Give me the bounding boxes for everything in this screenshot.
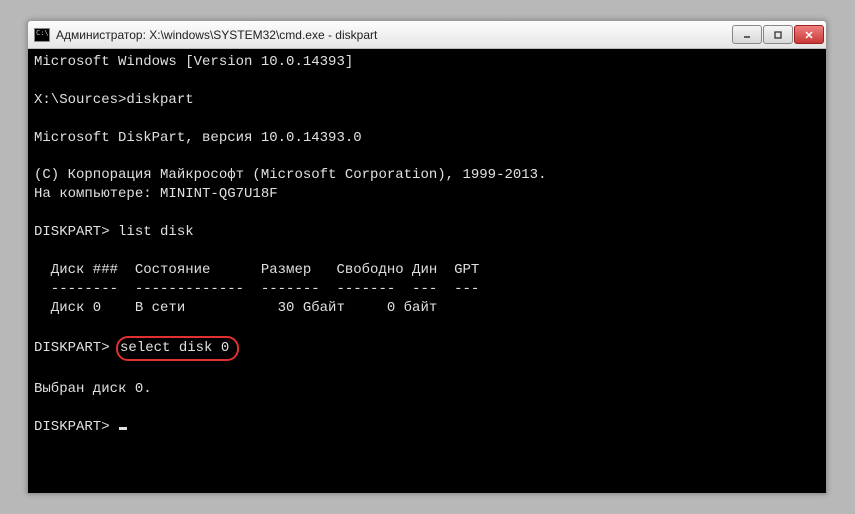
computer-line: На компьютере: MININT-QG7U18F <box>34 186 278 202</box>
command-prompt-window: Администратор: X:\windows\SYSTEM32\cmd.e… <box>27 20 827 494</box>
table-header: Диск ### Состояние Размер Свободно Дин G… <box>34 262 479 278</box>
cmd-icon <box>34 28 50 42</box>
table-row: Диск 0 В сети 30 Gбайт 0 байт <box>34 300 437 316</box>
minimize-button[interactable] <box>732 25 762 44</box>
highlighted-command: select disk 0 <box>116 336 239 361</box>
table-divider: -------- ------------- ------- ------- -… <box>34 281 479 297</box>
prompt-diskpart-2: DISKPART> <box>34 340 118 356</box>
prompt-diskpart-3: DISKPART> <box>34 419 118 435</box>
version-line: Microsoft Windows [Version 10.0.14393] <box>34 54 353 70</box>
prompt-diskpart-1: DISKPART> <box>34 224 118 240</box>
window-controls <box>732 25 824 44</box>
terminal-output[interactable]: Microsoft Windows [Version 10.0.14393] X… <box>28 49 826 493</box>
selected-line: Выбран диск 0. <box>34 381 152 397</box>
maximize-button[interactable] <box>763 25 793 44</box>
cmd-listdisk: list disk <box>118 224 194 240</box>
cursor <box>119 427 127 430</box>
cmd-selectdisk: select disk 0 <box>120 340 229 356</box>
cmd-diskpart: diskpart <box>126 92 193 108</box>
prompt-sources: X:\Sources> <box>34 92 126 108</box>
copyright-line: (C) Корпорация Майкрософт (Microsoft Cor… <box>34 167 546 183</box>
titlebar[interactable]: Администратор: X:\windows\SYSTEM32\cmd.e… <box>28 21 826 49</box>
diskpart-version-line: Microsoft DiskPart, версия 10.0.14393.0 <box>34 130 362 146</box>
close-button[interactable] <box>794 25 824 44</box>
window-title: Администратор: X:\windows\SYSTEM32\cmd.e… <box>56 28 732 42</box>
